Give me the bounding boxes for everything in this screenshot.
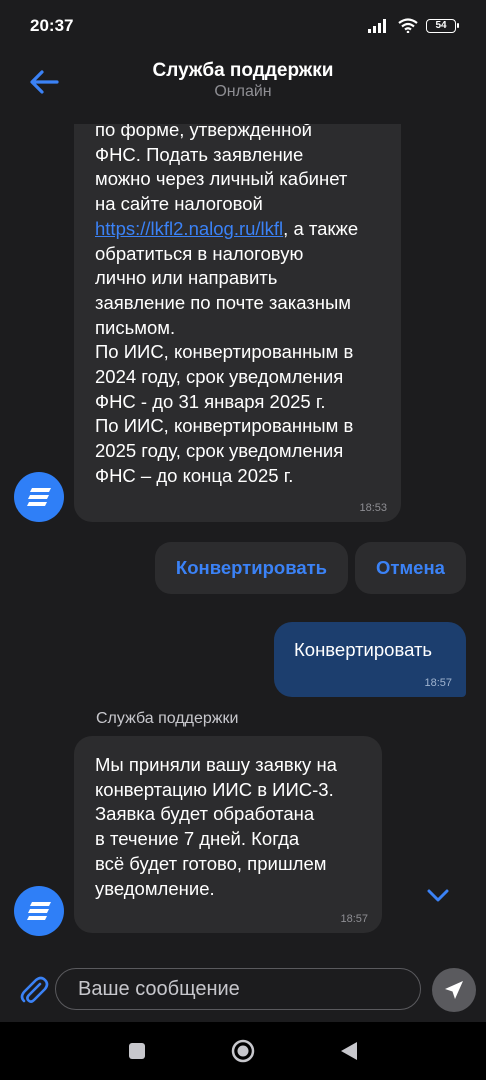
bot-avatar bbox=[14, 472, 64, 522]
status-bar: 20:37 54 bbox=[0, 0, 486, 52]
message-input[interactable] bbox=[55, 968, 421, 1010]
bot-avatar-icon bbox=[27, 488, 51, 506]
status-time: 20:37 bbox=[30, 16, 74, 35]
nav-back-button[interactable] bbox=[329, 1036, 369, 1066]
message-time: 18:57 bbox=[340, 913, 368, 925]
chat-header: Служба поддержки Онлайн bbox=[0, 52, 486, 124]
outgoing-message: Конвертировать 18:57 bbox=[274, 622, 466, 697]
message-list[interactable]: по форме, утвержденной ФНС. Подать заявл… bbox=[0, 124, 486, 956]
bot-avatar-icon bbox=[27, 902, 51, 920]
paperclip-icon bbox=[20, 976, 49, 1003]
quick-reply-convert[interactable]: Конвертировать bbox=[155, 542, 348, 594]
tax-site-link[interactable]: https://lkfl2.nalog.ru/lkfl bbox=[95, 218, 283, 239]
scroll-down-button[interactable] bbox=[418, 876, 458, 916]
incoming-message: Мы приняли вашу заявку на конвертацию ИИ… bbox=[74, 736, 382, 933]
quick-reply-cancel[interactable]: Отмена bbox=[355, 542, 466, 594]
system-nav-bar bbox=[0, 1022, 486, 1080]
nav-square-icon bbox=[129, 1043, 145, 1059]
chevron-down-icon bbox=[427, 889, 449, 902]
nav-circle-icon bbox=[231, 1039, 255, 1063]
message-composer bbox=[0, 956, 486, 1022]
message-time: 18:53 bbox=[359, 502, 387, 514]
bot-avatar bbox=[14, 886, 64, 936]
send-button[interactable] bbox=[432, 968, 476, 1012]
send-icon bbox=[445, 981, 463, 999]
sender-name: Служба поддержки bbox=[96, 710, 239, 727]
attach-button[interactable] bbox=[14, 970, 54, 1010]
nav-recents-button[interactable] bbox=[117, 1036, 157, 1066]
chat-status: Онлайн bbox=[214, 83, 272, 100]
message-time: 18:57 bbox=[424, 677, 452, 689]
battery-icon: 54 bbox=[426, 18, 459, 33]
message-text: Конвертировать bbox=[294, 639, 433, 660]
message-text: по форме, утвержденной ФНС. Подать заявл… bbox=[95, 124, 359, 486]
signal-icon bbox=[368, 18, 390, 33]
nav-triangle-icon bbox=[341, 1042, 357, 1060]
nav-home-button[interactable] bbox=[223, 1036, 263, 1066]
status-icons: 54 bbox=[368, 18, 459, 33]
incoming-message: по форме, утвержденной ФНС. Подать заявл… bbox=[74, 124, 401, 522]
wifi-icon bbox=[398, 18, 418, 33]
message-text: Мы приняли вашу заявку на конвертацию ИИ… bbox=[95, 754, 337, 899]
chat-title: Служба поддержки bbox=[152, 60, 334, 81]
